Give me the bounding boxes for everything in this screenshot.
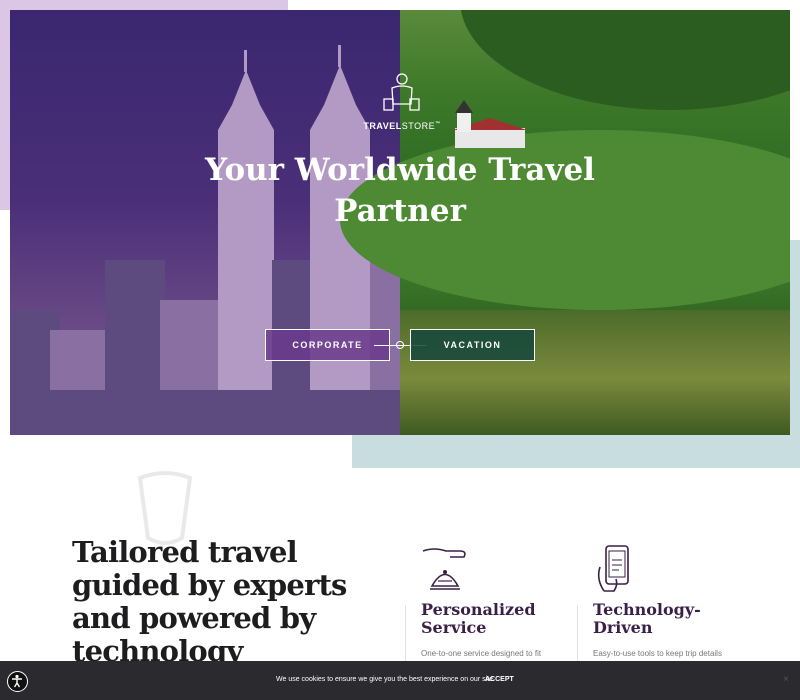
hero-title-line-2: Partner bbox=[334, 193, 466, 229]
smartphone-hand-icon bbox=[597, 545, 629, 592]
logo-wordmark-light: STORE bbox=[401, 121, 436, 131]
tagline-line-1: Tailored travel bbox=[72, 535, 298, 569]
accessibility-button[interactable] bbox=[7, 671, 28, 692]
hero-banner: TRAVELSTORE™ Your Worldwide Travel Partn… bbox=[10, 10, 790, 435]
hero-title-line-1: Your Worldwide Travel bbox=[205, 152, 595, 188]
hillside-image bbox=[460, 10, 790, 110]
concierge-bell-icon bbox=[422, 548, 466, 590]
button-connector-dot bbox=[396, 341, 404, 349]
logo-wordmark-bold: TRAVEL bbox=[363, 121, 402, 131]
accessibility-icon bbox=[12, 674, 22, 688]
travelstore-logo[interactable]: TRAVELSTORE™ bbox=[362, 72, 442, 131]
corporate-button[interactable]: CORPORATE bbox=[265, 329, 390, 361]
tagline-line-2: guided by experts bbox=[72, 568, 347, 602]
feature-title-line-2: Service bbox=[421, 618, 487, 637]
feature-title-line-1: Technology- bbox=[593, 600, 701, 619]
intro-tagline: Tailored travel guided by experts and po… bbox=[72, 536, 372, 668]
cookie-accept-button[interactable]: ACCEPT bbox=[485, 676, 514, 683]
feature-title: Technology- Driven bbox=[593, 601, 733, 637]
cookie-consent-bar: We use cookies to ensure we give you the… bbox=[0, 661, 800, 700]
logo-trademark: ™ bbox=[435, 121, 441, 127]
vacation-button[interactable]: VACATION bbox=[410, 329, 535, 361]
tagline-line-3: and powered by bbox=[72, 601, 316, 635]
decorative-lavender-strip bbox=[0, 10, 10, 210]
feature-title-line-1: Personalized bbox=[421, 600, 536, 619]
feature-description: One-to-one service designed to fit bbox=[421, 649, 542, 658]
feature-description: Easy-to-use tools to keep trip details bbox=[593, 649, 722, 658]
hero-title: Your Worldwide Travel Partner bbox=[200, 150, 600, 232]
feature-title: Personalized Service bbox=[421, 601, 561, 637]
decorative-lavender-block bbox=[0, 0, 288, 10]
cookie-close-icon[interactable]: × bbox=[783, 674, 789, 685]
logo-wordmark: TRAVELSTORE™ bbox=[362, 121, 442, 131]
feature-title-line-2: Driven bbox=[593, 618, 653, 637]
bellhop-logo-icon bbox=[383, 73, 420, 111]
cookie-message: We use cookies to ensure we give you the… bbox=[276, 676, 495, 683]
